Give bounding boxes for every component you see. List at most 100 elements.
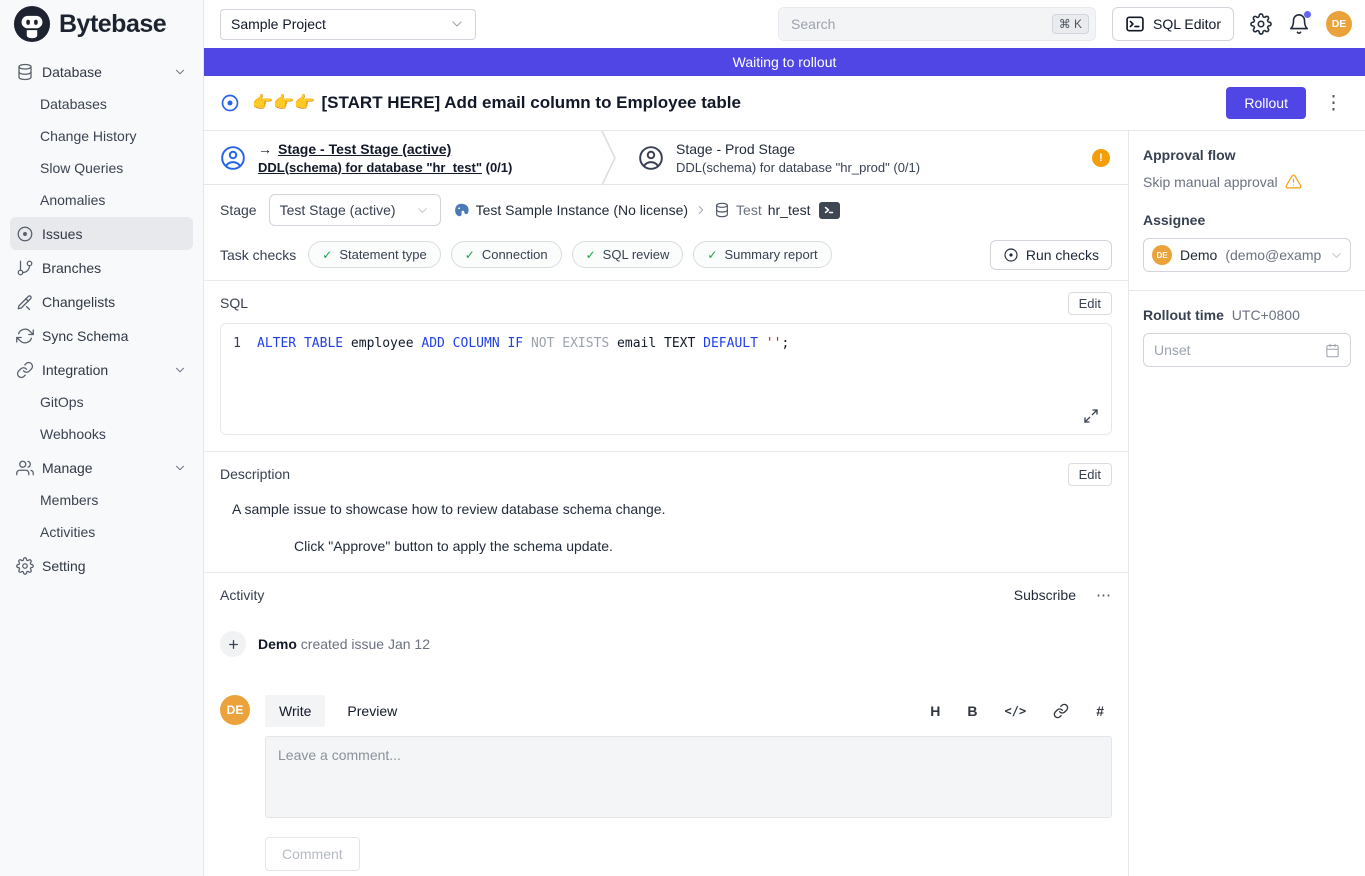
bytebase-logo[interactable]: Bytebase [0,0,203,48]
comment-editor: DE Write Preview H B </> [220,695,1112,871]
check-pass-icon: ✓ [322,248,332,262]
sidebar-item-webhooks[interactable]: Webhooks [10,418,193,450]
sidebar-item-label: Setting [42,558,86,574]
check-sql-review[interactable]: ✓SQL review [572,241,684,268]
sidebar-item-database[interactable]: Database [10,55,193,88]
sql-statement: ALTER TABLE employee ADD COLUMN IF NOT E… [257,336,789,351]
activity-entry: Demo created issue Jan 12 [220,631,1112,657]
comment-input[interactable] [265,736,1112,818]
terminal-icon [823,204,835,216]
approval-flow-value: Skip manual approval [1143,173,1351,190]
run-checks-button[interactable]: Run checks [990,240,1112,270]
assignee-name: Demo [1180,247,1217,263]
line-number: 1 [221,336,257,351]
settings-button[interactable] [1250,13,1272,35]
stage-task: DDL(schema) for database "hr_prod" [676,160,890,175]
stage-user-icon [220,145,246,171]
activity-label: Activity [220,587,264,603]
chevron-right-icon [694,203,708,217]
project-select-value: Sample Project [231,16,326,32]
panel-divider [1129,290,1365,291]
database-icon [714,202,730,218]
instance-link[interactable]: Test Sample Instance (No license) [476,202,688,218]
issue-header: 👉👉👉[START HERE] Add email column to Empl… [204,76,1365,131]
issue-menu-button[interactable]: ⋮ [1318,92,1349,115]
status-banner: Waiting to rollout [204,48,1365,76]
branch-icon [16,259,34,277]
sidebar-item-change-history[interactable]: Change History [10,120,193,152]
sql-edit-button[interactable]: Edit [1068,292,1112,315]
check-pass-icon: ✓ [707,248,717,262]
search-box[interactable]: ⌘ K [778,7,1096,41]
activity-menu-button[interactable]: ⋯ [1096,586,1112,604]
sidebar-item-manage[interactable]: Manage [10,451,193,484]
postgresql-icon [453,202,470,219]
stage-separator [600,131,622,185]
search-input[interactable] [791,16,1052,32]
stage-select-value: Test Stage (active) [280,202,396,218]
user-avatar[interactable]: DE [1326,11,1352,37]
sidebar-item-slow-queries[interactable]: Slow Queries [10,152,193,184]
hash-icon[interactable]: # [1096,703,1104,719]
bold-icon[interactable]: B [967,703,977,719]
sidebar-item-issues[interactable]: Issues [10,217,193,250]
expand-icon[interactable] [1083,408,1099,424]
database-breadcrumb: Test Sample Instance (No license) Test h… [453,202,840,219]
warning-icon [1285,173,1302,190]
notifications-button[interactable] [1288,13,1310,35]
stage-title: Stage - Test Stage (active) [278,141,451,157]
changelist-icon [16,293,34,311]
notification-dot [1304,11,1311,18]
stage-select[interactable]: Test Stage (active) [269,194,441,226]
sidebar-nav: Database Databases Change History Slow Q… [0,48,203,588]
sidebar-item-sync-schema[interactable]: Sync Schema [10,319,193,352]
sidebar-item-branches[interactable]: Branches [10,251,193,284]
check-statement-type[interactable]: ✓Statement type [308,241,441,268]
comment-submit-button[interactable]: Comment [265,837,360,871]
description-text: Click "Approve" button to apply the sche… [294,538,1112,554]
assignee-title: Assignee [1143,212,1351,228]
description-label: Description [220,466,290,482]
top-bar: Sample Project ⌘ K SQL Editor DE [204,0,1365,48]
tab-write[interactable]: Write [265,695,325,727]
check-connection[interactable]: ✓Connection [451,241,562,268]
chevron-down-icon [415,203,430,218]
sidebar-item-databases[interactable]: Databases [10,88,193,120]
rollout-time-title: Rollout time UTC+0800 [1143,307,1351,323]
heading-icon[interactable]: H [930,703,940,719]
calendar-icon [1325,343,1340,358]
sidebar-item-anomalies[interactable]: Anomalies [10,184,193,216]
open-sql-editor-icon[interactable] [819,202,840,219]
project-select[interactable]: Sample Project [220,9,476,40]
sidebar-item-integration[interactable]: Integration [10,353,193,386]
tab-preview[interactable]: Preview [333,695,411,727]
sidebar-item-members[interactable]: Members [10,484,193,516]
description-edit-button[interactable]: Edit [1068,463,1112,486]
sidebar-item-setting[interactable]: Setting [10,549,193,582]
sidebar: Bytebase Database Databases Change Histo… [0,0,204,876]
task-checks-label: Task checks [220,247,296,263]
sidebar-item-gitops[interactable]: GitOps [10,386,193,418]
rollout-button[interactable]: Rollout [1226,87,1306,119]
sidebar-item-label: Branches [42,260,101,276]
check-pass-icon: ✓ [586,248,596,262]
sidebar-item-activities[interactable]: Activities [10,516,193,548]
task-checks-row: Task checks ✓Statement type ✓Connection … [204,235,1128,281]
sidebar-item-changelists[interactable]: Changelists [10,285,193,318]
stage-card-prod[interactable]: Stage - Prod Stage DDL(schema) for datab… [622,131,936,184]
issue-title: 👉👉👉[START HERE] Add email column to Empl… [252,93,1214,113]
link-icon[interactable] [1053,703,1069,719]
subscribe-button[interactable]: Subscribe [1014,587,1076,603]
assignee-select[interactable]: DE Demo (demo@example [1143,238,1351,272]
rollout-time-input[interactable]: Unset [1143,333,1351,367]
main-content: → Stage - Test Stage (active) DDL(schema… [204,131,1128,876]
database-link[interactable]: hr_test [768,202,811,218]
sidebar-item-label: Manage [42,460,93,476]
issue-sidebar: Approval flow Skip manual approval Assig… [1128,131,1365,876]
sql-editor-button[interactable]: SQL Editor [1112,7,1234,41]
check-summary-report[interactable]: ✓Summary report [693,241,831,268]
sql-editor[interactable]: 1 ALTER TABLE employee ADD COLUMN IF NOT… [220,323,1112,435]
stage-card-test[interactable]: → Stage - Test Stage (active) DDL(schema… [204,131,600,184]
manage-users-icon [16,459,34,477]
code-icon[interactable]: </> [1005,704,1027,718]
